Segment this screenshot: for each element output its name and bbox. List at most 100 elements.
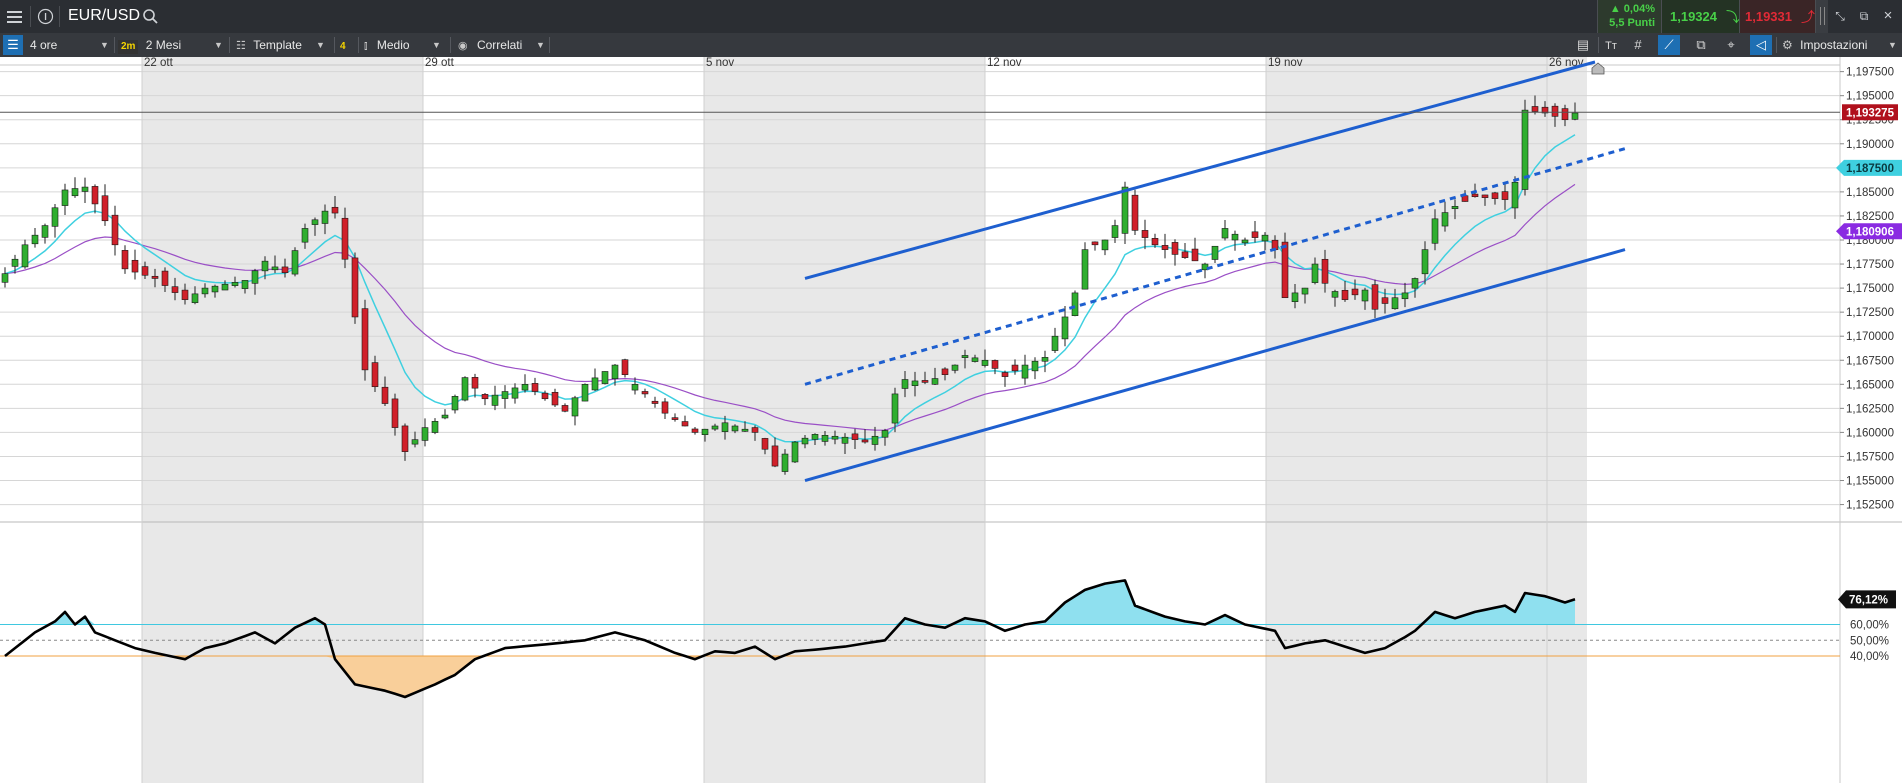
candle-body (1411, 278, 1419, 289)
crosshair-button[interactable]: ⌖ (1720, 35, 1742, 55)
candle-body (281, 266, 289, 274)
related-select[interactable]: ◉ Correlati ▼ (458, 33, 548, 57)
candle-body (1171, 242, 1179, 255)
chevron-down-icon: ▼ (316, 40, 325, 50)
candle-body (611, 364, 619, 380)
candle-body (1081, 249, 1089, 290)
chart-list-button[interactable]: ☰ (3, 35, 23, 55)
candle-body (641, 391, 649, 395)
candle-body (1231, 233, 1239, 241)
candle-body (101, 195, 109, 222)
chevron-down-icon: ▼ (214, 40, 223, 50)
price-change-box: ▲ 0,04% 5,5 Punti (1597, 0, 1661, 33)
menu-button[interactable] (6, 8, 23, 25)
range-label: 2 Mesi (145, 38, 182, 52)
candle-body (111, 214, 119, 246)
scroll-grip[interactable] (1815, 0, 1828, 33)
candle-body (1161, 245, 1169, 250)
candle-body (771, 445, 779, 467)
layers-button[interactable]: ⧉ (1690, 35, 1712, 55)
candle-body (691, 428, 699, 433)
candle-body (871, 435, 879, 445)
candle-body (131, 259, 139, 273)
candle-body (1441, 212, 1449, 227)
hamburger-icon (7, 11, 22, 23)
price-tick-label: 1,182500 (1846, 211, 1894, 223)
candle-body (1221, 228, 1229, 239)
search-button[interactable] (142, 8, 159, 25)
candle-body (501, 391, 509, 399)
right-tool-1[interactable]: ▤ (1572, 35, 1594, 55)
close-button[interactable]: × (1877, 5, 1899, 27)
candle-body (621, 359, 629, 375)
candle-body (851, 433, 859, 440)
interval-select[interactable]: 4 ore ▼ (30, 33, 110, 57)
candle-body (1121, 186, 1129, 234)
crosshair-icon: ⌖ (1727, 37, 1735, 52)
candle-body (721, 422, 729, 432)
candle-body (921, 380, 929, 383)
candle-body (151, 275, 159, 279)
collapse-icon: ⤡ (1835, 9, 1845, 23)
candle-body (1371, 284, 1379, 310)
candle-body (341, 217, 349, 260)
price-tick-label: 1,165000 (1846, 379, 1894, 391)
fast-ma-tag: 1,187500 (1846, 163, 1894, 175)
tag-button[interactable]: ◁ (1750, 35, 1772, 55)
candle-body (971, 357, 979, 362)
candle-body (271, 266, 279, 271)
candle-body (941, 368, 949, 375)
candle-body (661, 401, 669, 414)
candle-body (461, 377, 469, 401)
candle-body (1281, 241, 1289, 299)
grid-button[interactable]: # (1627, 35, 1649, 55)
candle-body (411, 439, 419, 445)
chart-style-select[interactable]: ⫾ Medio ▼ (364, 33, 446, 57)
popout-button[interactable]: ⧉ (1853, 5, 1875, 27)
candle-body (541, 392, 549, 400)
settings-select[interactable]: ⚙ Impostazioni ▼ (1782, 33, 1900, 57)
drawing-button[interactable]: ⟋ (1658, 35, 1680, 55)
candle-body (1071, 292, 1079, 317)
candle-body (121, 250, 129, 270)
candle-body (331, 206, 339, 214)
candle-body (1, 273, 9, 283)
candle-body (521, 384, 529, 391)
candle-body (831, 435, 839, 440)
buy-price-button[interactable]: 1,19331 ⤴ (1739, 0, 1815, 33)
candle-body (491, 394, 499, 406)
candle-body (181, 289, 189, 300)
candle-body (311, 219, 319, 225)
price-tick-label: 1,155000 (1846, 476, 1894, 488)
candle-body (1241, 239, 1249, 244)
related-label: Correlati (476, 38, 523, 52)
info-button[interactable] (37, 8, 54, 25)
sell-price-button[interactable]: 1,19324 ⤵ (1661, 0, 1740, 33)
candle-body (361, 308, 369, 371)
collapse-button[interactable]: ⤡ (1829, 5, 1851, 27)
indicator-count: 4 (340, 41, 346, 52)
price-tick-label: 1,177500 (1846, 259, 1894, 271)
price-tick-label: 1,160000 (1846, 427, 1894, 439)
template-icon: ☷ (236, 40, 246, 52)
symbol-title[interactable]: EUR/USD (68, 7, 140, 25)
text-size-button[interactable]: Tт (1600, 35, 1622, 55)
settings-label: Impostazioni (1800, 38, 1868, 52)
candle-body (1041, 357, 1049, 362)
popout-icon: ⧉ (1859, 9, 1869, 23)
indicators-button[interactable]: 4 (340, 33, 358, 57)
candle-body (881, 430, 889, 438)
candle-body (761, 438, 769, 450)
candle-body (371, 362, 379, 388)
candle-body (1491, 192, 1499, 199)
candle-body (441, 414, 449, 419)
chart-area[interactable]: 22 ott 29 ott 5 nov 12 nov 19 nov 26 nov 1,19… (0, 57, 1902, 783)
candle-body (1451, 206, 1459, 210)
arrow-up-icon: ⤴ (1801, 9, 1815, 25)
template-select[interactable]: ☷ Template ▼ (236, 33, 328, 57)
candle-body (301, 228, 309, 243)
candle-body (551, 391, 559, 406)
grid-icon: # (1634, 37, 1642, 52)
interval-label: 4 ore (30, 38, 58, 52)
range-select[interactable]: 2m 2 Mesi ▼ (118, 33, 226, 57)
